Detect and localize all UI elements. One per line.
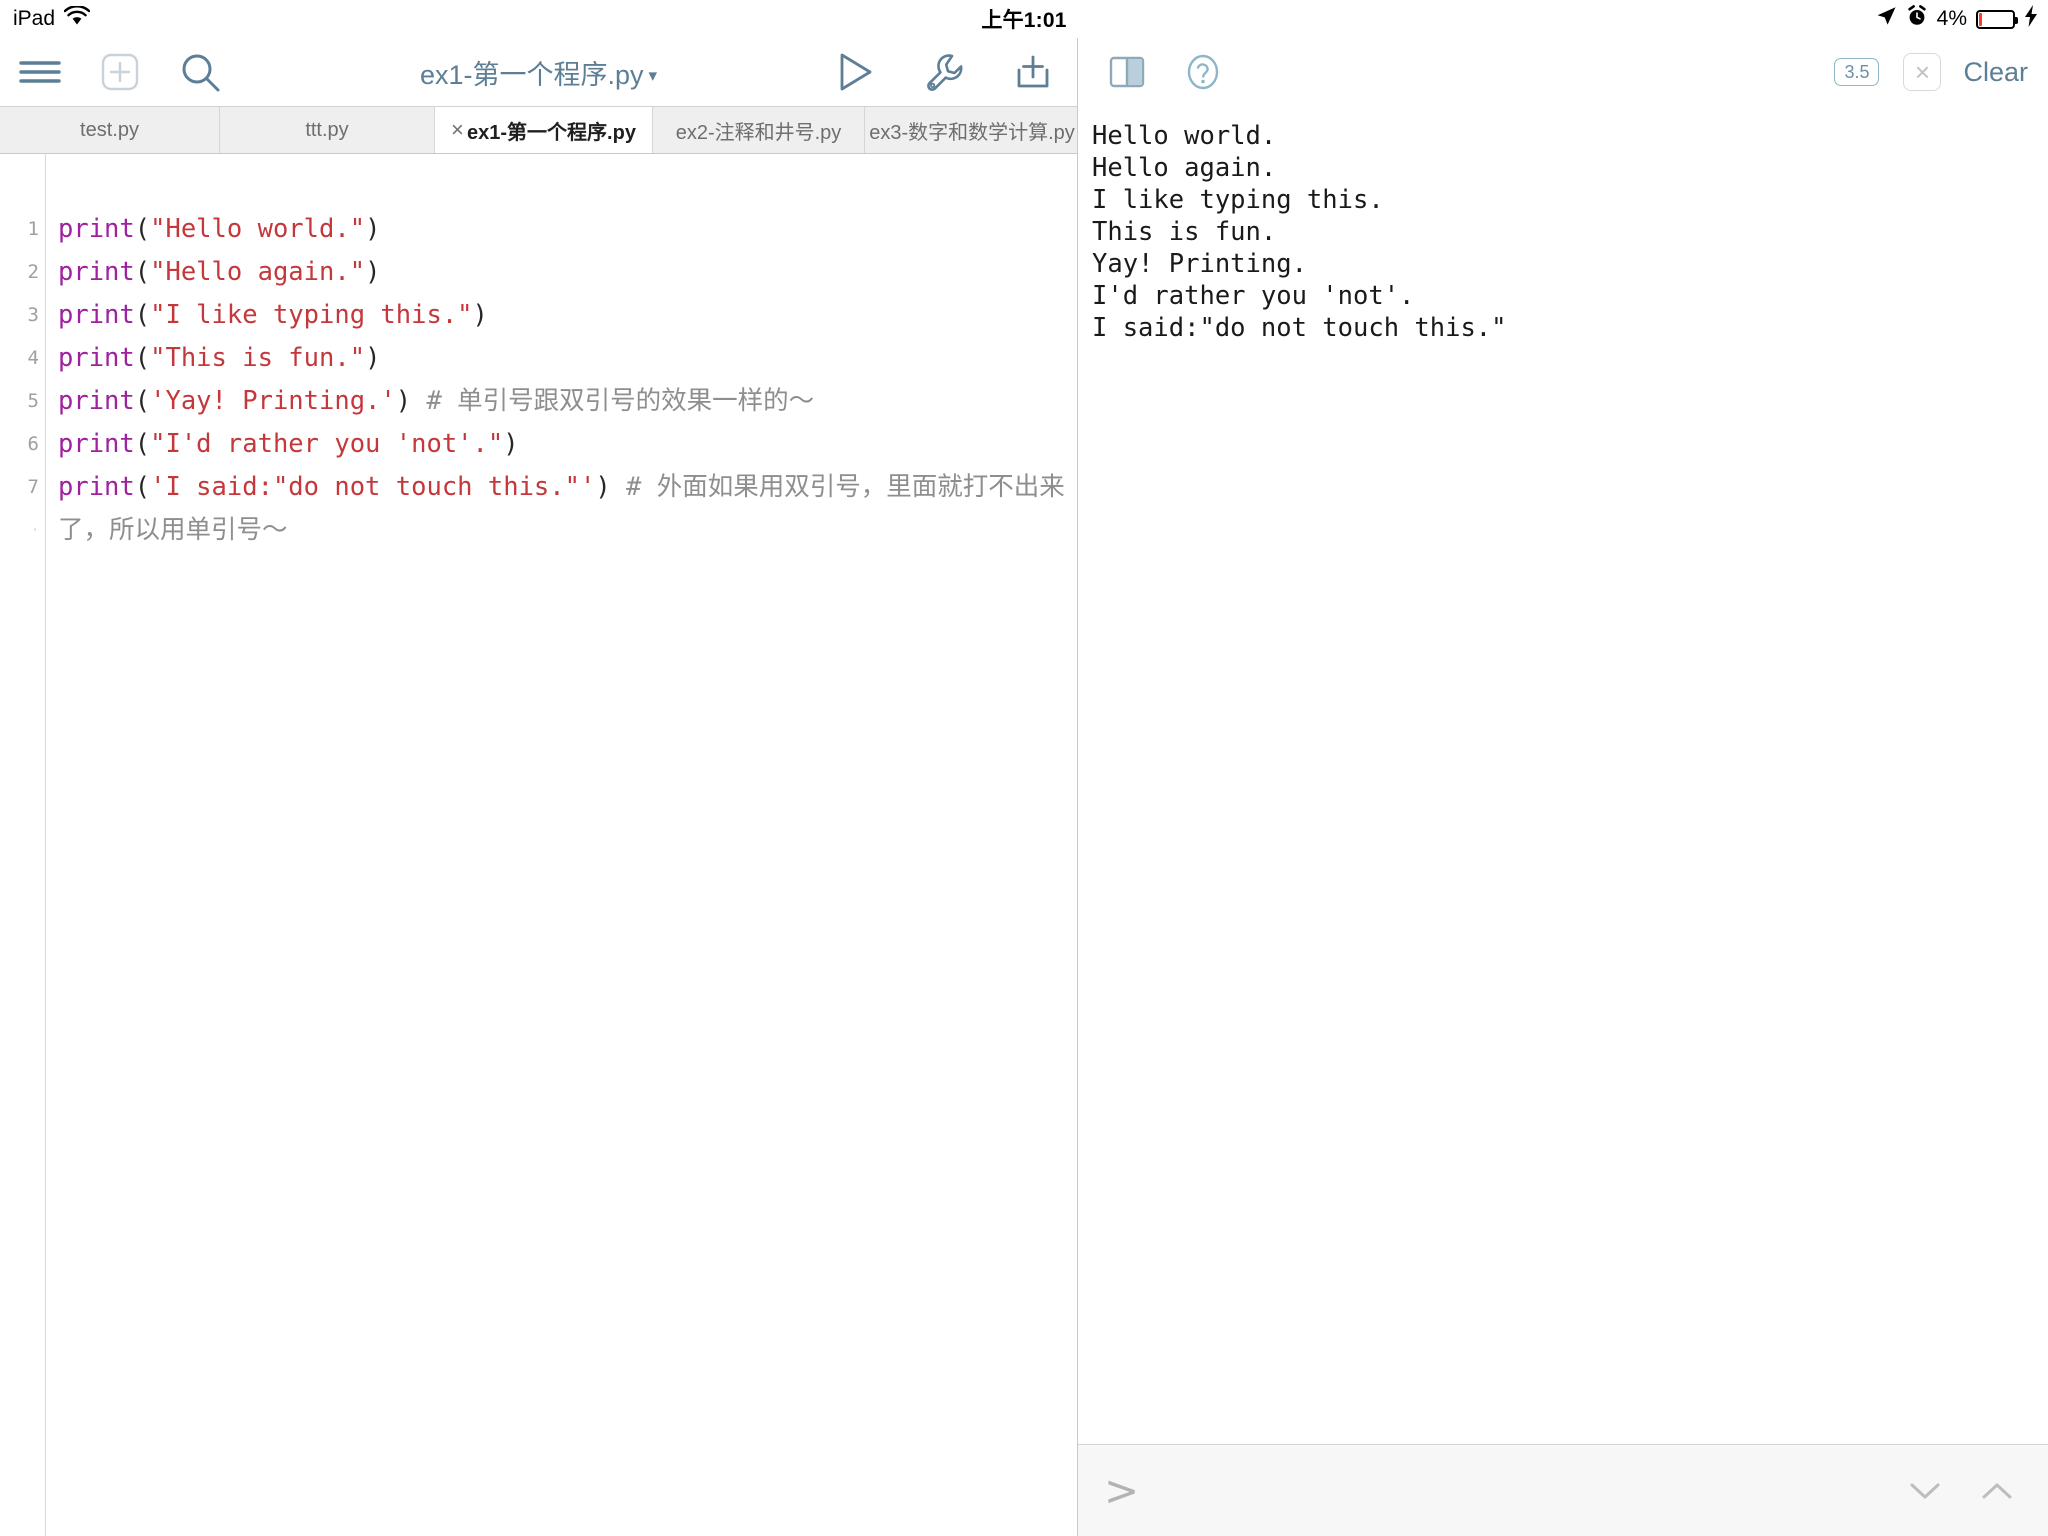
console-toolbar-left xyxy=(1106,51,1224,93)
code-string: "This is fun." xyxy=(150,343,366,373)
code-punctuation: ) xyxy=(395,386,412,416)
tab-label: ttt.py xyxy=(305,118,349,141)
tab-ex1-active[interactable]: × ex1-第一个程序.py xyxy=(435,107,653,153)
new-file-plus-icon[interactable] xyxy=(98,50,142,94)
code-comment: # 单引号跟双引号的效果一样的～ xyxy=(411,386,815,416)
battery-icon xyxy=(1976,9,2018,29)
clear-button[interactable]: Clear xyxy=(1963,57,2028,88)
code-string: 'I said:"do not touch this."' xyxy=(150,472,596,502)
code-punctuation: ( xyxy=(134,214,151,244)
code-string: "I'd rather you 'not'." xyxy=(150,429,504,459)
stop-close-icon[interactable]: × xyxy=(1903,53,1942,91)
code-text-area[interactable]: print("Hello world.") print("Hello again… xyxy=(46,154,1077,1536)
code-keyword: print xyxy=(58,214,135,244)
code-punctuation: ( xyxy=(134,257,151,287)
code-line: print("Hello again.") xyxy=(58,251,1077,294)
code-editor[interactable]: 1 2 3 4 5 6 7 · print("Hello world.") pr… xyxy=(0,154,1077,1536)
status-bar: iPad 上午1:01 4% xyxy=(0,0,2048,38)
wrench-tools-icon[interactable] xyxy=(921,50,965,94)
line-number: 6 xyxy=(27,433,39,455)
app-root: iPad 上午1:01 4% ex1-第一个程序.py ▾ test.py tt… xyxy=(0,0,2048,1536)
python-version-badge[interactable]: 3.5 xyxy=(1834,58,1880,86)
tab-label: test.py xyxy=(80,118,139,141)
editor-toolbar-right xyxy=(835,50,1055,94)
hamburger-menu-icon[interactable] xyxy=(18,55,62,89)
code-punctuation: ( xyxy=(134,386,151,416)
line-number: 3 xyxy=(27,304,39,326)
close-icon[interactable]: × xyxy=(451,119,464,141)
code-punctuation: ( xyxy=(134,429,151,459)
code-string: "Hello again." xyxy=(150,257,366,287)
file-tab-bar: test.py ttt.py × ex1-第一个程序.py ex2-注释和井号.… xyxy=(0,106,1077,154)
location-arrow-icon xyxy=(1875,5,1897,33)
prompt-icon: > xyxy=(1104,1465,1140,1515)
chevron-up-icon[interactable] xyxy=(1980,1479,2014,1503)
split-panel-icon[interactable] xyxy=(1106,51,1148,93)
code-line: print("I like typing this.") xyxy=(58,294,1077,337)
editor-pane: ex1-第一个程序.py ▾ test.py ttt.py × ex1-第一个程… xyxy=(0,38,1078,1536)
code-keyword: print xyxy=(58,257,135,287)
code-line: print("I'd rather you 'not'.") xyxy=(58,423,1077,466)
tab-ex2[interactable]: ex2-注释和井号.py xyxy=(653,107,865,153)
battery-percent-label: 4% xyxy=(1936,7,1967,30)
tab-test-py[interactable]: test.py xyxy=(0,107,220,153)
editor-toolbar: ex1-第一个程序.py ▾ xyxy=(0,38,1077,106)
search-icon[interactable] xyxy=(178,50,222,94)
chevron-down-icon: ▾ xyxy=(648,65,658,85)
lightning-bolt-icon xyxy=(2024,5,2038,33)
status-bar-right: 4% xyxy=(1875,5,2038,33)
code-string: 'Yay! Printing.' xyxy=(150,386,396,416)
console-toolbar: 3.5 × Clear xyxy=(1078,38,2048,106)
share-export-icon[interactable] xyxy=(1011,50,1055,94)
code-keyword: print xyxy=(58,386,135,416)
code-punctuation: ( xyxy=(134,300,151,330)
line-number: 7 xyxy=(27,476,39,498)
run-play-icon[interactable] xyxy=(835,50,875,94)
code-punctuation: ) xyxy=(365,257,381,287)
code-keyword: print xyxy=(58,300,135,330)
code-punctuation: ( xyxy=(134,343,151,373)
code-punctuation: ) xyxy=(503,429,519,459)
code-string: "Hello world." xyxy=(150,214,366,244)
console-input-bar[interactable]: > xyxy=(1078,1444,2048,1536)
code-line: print('I said:"do not touch this."') # 外… xyxy=(58,466,1077,552)
line-number-wrap-marker: · xyxy=(31,523,39,538)
code-punctuation: ) xyxy=(365,343,381,373)
code-punctuation: ) xyxy=(365,214,381,244)
tab-ex3[interactable]: ex3-数字和数学计算.py xyxy=(865,107,1077,153)
code-punctuation: ) xyxy=(472,300,488,330)
main-split: ex1-第一个程序.py ▾ test.py ttt.py × ex1-第一个程… xyxy=(0,38,2048,1536)
status-bar-clock: 上午1:01 xyxy=(981,9,1067,32)
alarm-clock-icon xyxy=(1906,5,1928,33)
code-keyword: print xyxy=(58,429,135,459)
tab-label: ex2-注释和井号.py xyxy=(675,121,842,144)
tab-label: ex3-数字和数学计算.py xyxy=(869,121,1075,144)
code-line: print("Hello world.") xyxy=(58,208,1077,251)
help-question-icon[interactable] xyxy=(1182,51,1224,93)
code-punctuation: ) xyxy=(595,472,611,502)
code-punctuation: ( xyxy=(134,472,151,502)
code-keyword: print xyxy=(58,472,135,502)
code-line: print('Yay! Printing.') # 单引号跟双引号的效果一样的～ xyxy=(58,380,1077,423)
page-title-text: ex1-第一个程序.py xyxy=(419,59,644,90)
tab-ttt-py[interactable]: ttt.py xyxy=(220,107,435,153)
code-line: print("This is fun.") xyxy=(58,337,1077,380)
line-number-gutter: 1 2 3 4 5 6 7 · xyxy=(0,154,46,1536)
chevron-down-icon[interactable] xyxy=(1908,1479,1942,1503)
console-pane: 3.5 × Clear Hello world. Hello again. I … xyxy=(1078,38,2048,1536)
line-number: 1 xyxy=(27,218,39,240)
editor-toolbar-left xyxy=(18,50,222,94)
line-number: 2 xyxy=(27,261,39,283)
line-number: 5 xyxy=(27,390,39,412)
line-number: 4 xyxy=(27,347,39,369)
code-keyword: print xyxy=(58,343,135,373)
console-input-field[interactable] xyxy=(1139,1445,1870,1536)
tab-label: ex1-第一个程序.py xyxy=(467,121,636,144)
console-output: Hello world. Hello again. I like typing … xyxy=(1078,106,2048,1444)
code-string: "I like typing this." xyxy=(150,300,473,330)
